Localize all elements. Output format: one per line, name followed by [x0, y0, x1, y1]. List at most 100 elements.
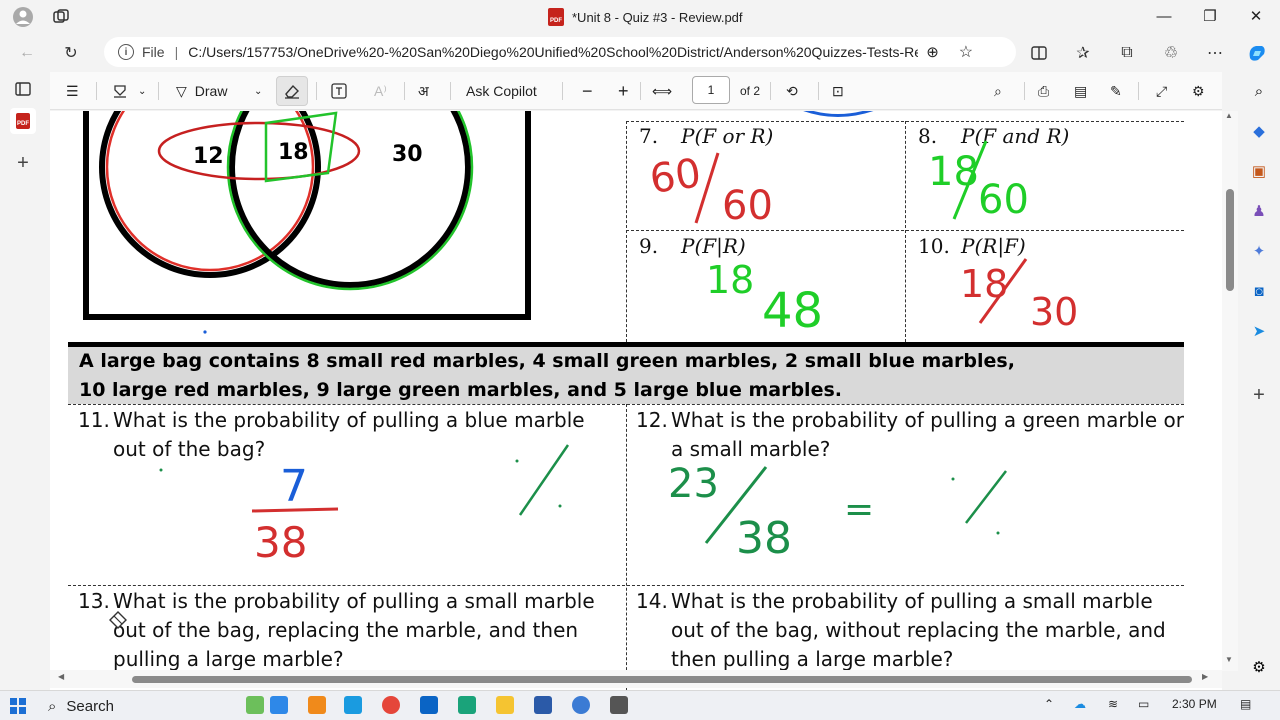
copilot-icon[interactable] — [1244, 40, 1270, 66]
extensions-icon[interactable]: ♲ — [1158, 40, 1184, 66]
horizontal-scroll-thumb[interactable] — [132, 676, 1192, 683]
taskbar-chrome-icon[interactable] — [382, 696, 400, 714]
pdf-viewer[interactable]: 12 18 30 7. P(F or R) 60 60 8. P(F and R… — [50, 111, 1222, 690]
draw-button[interactable]: ▽ Draw — [170, 76, 233, 106]
profile-icon[interactable] — [10, 4, 36, 30]
vertical-scroll-thumb[interactable] — [1226, 189, 1234, 291]
info-icon[interactable]: i — [118, 44, 134, 60]
zoom-out-icon[interactable]: − — [576, 76, 599, 106]
collections-icon[interactable]: ⧉ — [1114, 40, 1140, 66]
url-text[interactable]: C:/Users/157753/OneDrive%20-%20San%20Die… — [188, 44, 918, 60]
url-field[interactable]: i File | C:/Users/157753/OneDrive%20-%20… — [104, 37, 1016, 67]
settings-icon[interactable]: ⚙ — [1186, 76, 1211, 106]
sidebar-send-icon[interactable]: ➤ — [1246, 318, 1272, 344]
taskbar-chat-icon[interactable] — [572, 696, 590, 714]
zoom-in-icon[interactable]: + — [612, 76, 635, 106]
window-title-text: *Unit 8 - Quiz #3 - Review.pdf — [572, 9, 743, 25]
pdf-page: 12 18 30 7. P(F or R) 60 60 8. P(F and R… — [50, 111, 1222, 690]
tray-onedrive-icon[interactable]: ☁ — [1074, 697, 1086, 711]
question-12-answer-denominator: 38 — [736, 513, 792, 564]
horizontal-scrollbar[interactable]: ◀ ▶ — [50, 670, 1222, 688]
taskbar-widget-icon[interactable] — [246, 696, 264, 714]
tray-wifi-icon[interactable]: ≋ — [1108, 697, 1118, 711]
taskbar-app-icon[interactable] — [270, 696, 288, 714]
scroll-right-icon[interactable]: ▶ — [1202, 672, 1208, 681]
scroll-down-icon[interactable]: ▼ — [1225, 655, 1233, 664]
question-11-answer-numerator: 7 — [280, 461, 308, 512]
scroll-up-icon[interactable]: ▲ — [1225, 111, 1233, 120]
taskbar-search[interactable]: ⌕ Search — [40, 693, 240, 719]
fit-width-icon[interactable]: ⟺ — [646, 76, 678, 106]
highlight-icon[interactable] — [106, 76, 134, 106]
contents-icon[interactable]: ☰ — [60, 76, 85, 106]
taskbar-word-icon[interactable] — [534, 696, 552, 714]
save-icon[interactable]: ▤ — [1068, 76, 1093, 106]
sidebar-tag-icon[interactable]: ◆ — [1246, 118, 1272, 144]
minimize-button[interactable]: — — [1144, 4, 1184, 28]
pdf-tab-icon[interactable]: PDF — [10, 108, 36, 134]
scroll-left-icon[interactable]: ◀ — [58, 672, 64, 681]
ask-copilot-button[interactable]: Ask Copilot — [460, 76, 543, 106]
read-aloud-icon[interactable]: A⁾ — [368, 76, 393, 106]
close-button[interactable]: ✕ — [1236, 4, 1276, 28]
sidebar-add-icon[interactable]: + — [1246, 382, 1272, 408]
taskbar-misc-icon[interactable] — [610, 696, 628, 714]
back-icon[interactable]: ← — [14, 40, 40, 66]
more-menu-icon[interactable]: ⋯ — [1202, 40, 1228, 66]
save-as-icon[interactable]: ✎ — [1104, 76, 1128, 106]
question-8-answer-numerator: 18 — [928, 149, 979, 195]
page-number-input[interactable]: 1 — [692, 76, 730, 104]
draw-pen-icon: ▽ — [176, 82, 187, 99]
draw-chevron-icon[interactable]: ⌄ — [248, 76, 268, 106]
workspaces-icon[interactable] — [48, 4, 74, 30]
translate-icon[interactable]: अ — [412, 76, 435, 106]
rotate-icon[interactable]: ⟲ — [780, 76, 804, 106]
vertical-scrollbar[interactable]: ▲ ▼ — [1222, 111, 1238, 671]
zoom-icon[interactable]: ⊕ — [926, 43, 939, 61]
search-pdf-icon[interactable]: ⌕ — [988, 76, 1008, 106]
question-12-line-1: What is the probability of pulling a gre… — [671, 408, 1184, 432]
question-10-answer-denominator: 30 — [1030, 290, 1078, 334]
question-12-answer-numerator: 23 — [668, 461, 719, 507]
left-sidebar: PDF + — [0, 70, 48, 690]
eraser-button[interactable] — [276, 76, 308, 106]
tray-chevron-icon[interactable]: ⌃ — [1044, 697, 1054, 711]
question-11-answer-denominator: 38 — [254, 518, 307, 567]
taskbar-vlc-icon[interactable] — [308, 696, 326, 714]
sidebar-games-icon[interactable]: ♟ — [1246, 198, 1272, 224]
problem-banner: A large bag contains 8 small red marbles… — [68, 342, 1184, 404]
favorites-icon[interactable]: ✰ — [1070, 40, 1096, 66]
page-view-icon[interactable]: ⊡ — [826, 76, 850, 106]
new-tab-icon[interactable]: + — [10, 150, 36, 176]
question-13-line-2: out of the bag, replacing the marble, an… — [113, 618, 579, 642]
refresh-icon[interactable]: ↻ — [58, 40, 84, 66]
taskbar-time[interactable]: 2:30 PM — [1172, 697, 1217, 711]
start-icon[interactable] — [10, 698, 26, 719]
text-box-icon[interactable] — [324, 76, 354, 106]
question-9-answer-denominator: 48 — [762, 283, 823, 339]
favorite-star-icon[interactable]: ☆ — [959, 42, 973, 62]
split-screen-icon[interactable] — [1026, 40, 1052, 66]
pdf-file-icon: PDF — [548, 8, 564, 26]
sidebar-copilot-icon[interactable]: ✦ — [1246, 238, 1272, 264]
sidebar-search-icon[interactable]: ⌕ — [1246, 78, 1272, 104]
venn-left-value: 12 — [193, 144, 224, 169]
question-8-number: 8. — [918, 124, 938, 148]
tab-actions-icon[interactable] — [10, 76, 36, 102]
taskbar-explorer-icon[interactable] — [496, 696, 514, 714]
taskbar-edge-icon[interactable] — [458, 696, 476, 714]
tray-notification-icon[interactable]: ▤ — [1240, 697, 1251, 711]
draw-label: Draw — [194, 83, 228, 99]
sidebar-shopping-icon[interactable]: ▣ — [1246, 158, 1272, 184]
maximize-button[interactable]: ❐ — [1190, 4, 1230, 28]
eraser-cursor-icon — [109, 611, 127, 629]
question-12-number: 12. — [636, 408, 668, 432]
tray-battery-icon[interactable]: ▭ — [1138, 697, 1149, 711]
print-icon[interactable]: ⎙ — [1032, 76, 1055, 106]
sidebar-settings-icon[interactable]: ⚙ — [1246, 654, 1272, 680]
sidebar-outlook-icon[interactable]: ◙ — [1246, 278, 1272, 304]
highlight-chevron-icon[interactable]: ⌄ — [132, 76, 152, 106]
fullscreen-icon[interactable]: ⤢ — [1150, 76, 1173, 106]
taskbar-store-icon[interactable] — [344, 696, 362, 714]
taskbar-outlook-icon[interactable] — [420, 696, 438, 714]
